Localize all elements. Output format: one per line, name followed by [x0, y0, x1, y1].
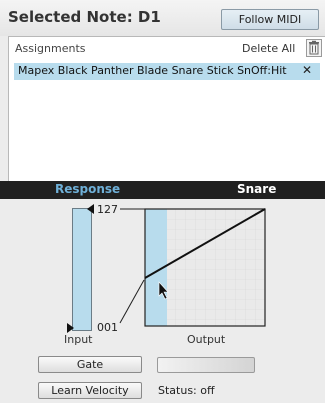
input-axis-label: Input — [64, 333, 93, 346]
velocity-curve-graph[interactable] — [0, 0, 325, 403]
learn-velocity-button[interactable]: Learn Velocity — [38, 382, 142, 399]
gate-slider[interactable] — [157, 357, 255, 373]
gate-button[interactable]: Gate — [38, 356, 142, 373]
output-axis-label: Output — [187, 333, 226, 346]
status-text: Status: off — [158, 384, 215, 397]
